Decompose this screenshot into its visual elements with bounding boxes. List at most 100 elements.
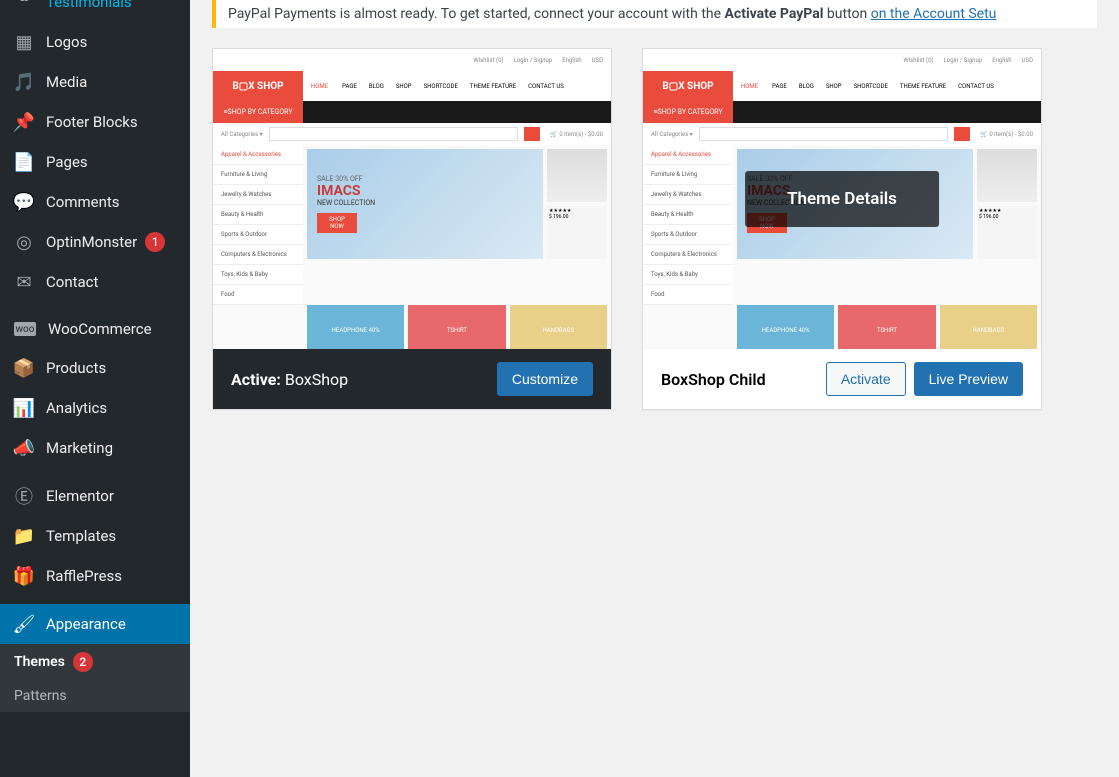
menu-label: Templates — [46, 527, 116, 545]
menu-label: RafflePress — [46, 567, 122, 585]
brush-icon: 🖌 — [14, 614, 34, 634]
shot-right: ★★★★★$ 196.00 — [547, 149, 607, 259]
box-icon: 📦 — [14, 358, 34, 378]
theme-footer: BoxShop Child Activate Live Preview — [643, 349, 1041, 409]
theme-inactive[interactable]: Wishlist (0)Login / SignupEnglishUSD B▢X… — [642, 48, 1042, 410]
menu-rafflepress[interactable]: 🎁 RafflePress — [0, 556, 190, 596]
menu-label: WooCommerce — [48, 320, 152, 338]
shot-side: Apparel & Accessories Furniture & Living… — [643, 145, 733, 305]
menu-pages[interactable]: 📄 Pages — [0, 142, 190, 182]
live-preview-button[interactable]: Live Preview — [914, 362, 1023, 396]
menu-media[interactable]: 🎵 Media — [0, 62, 190, 102]
menu-label: Comments — [46, 193, 120, 211]
theme-active[interactable]: Wishlist (0)Login / SignupEnglishUSD B▢X… — [212, 48, 612, 410]
woo-icon: woo — [14, 322, 36, 336]
menu-label: Pages — [46, 153, 88, 171]
shot-banners: HEADPHONE 40% TSHIRT HANDBAGS — [213, 305, 611, 349]
activate-button[interactable]: Activate — [826, 362, 906, 396]
menu-label: Media — [46, 73, 87, 91]
chart-icon: 📊 — [14, 398, 34, 418]
notice-text: button — [823, 6, 870, 22]
shot-search: All Categories ▾🛒 0 item(s) - $0.00 — [213, 123, 611, 145]
pin-icon: 📌 — [14, 112, 34, 132]
active-name: BoxShop — [285, 370, 348, 389]
menu-label: Elementor — [46, 487, 114, 505]
shot-cat: ≡ SHOP BY CATEGORY — [643, 101, 1041, 123]
elementor-icon: Ⓔ — [14, 486, 34, 506]
mail-icon: ✉ — [14, 272, 34, 292]
shot-cat: ≡ SHOP BY CATEGORY — [213, 101, 611, 123]
submenu-label: Patterns — [14, 688, 67, 704]
shot-hero: SALE 30% OFF IMACS NEW COLLECTION SHOP N… — [307, 149, 543, 259]
menu-label: Testimonials — [46, 0, 132, 11]
shot-header: Wishlist (0)Login / SignupEnglishUSD — [213, 49, 611, 71]
menu-label: Footer Blocks — [46, 113, 138, 131]
menu-label: OptinMonster — [46, 233, 137, 251]
menu-optinmonster[interactable]: ◎ OptinMonster 1 — [0, 222, 190, 262]
menu-woocommerce[interactable]: woo WooCommerce — [0, 310, 190, 348]
active-prefix: Active: — [231, 370, 281, 389]
appearance-submenu: Themes 2 Patterns — [0, 644, 190, 712]
menu-templates[interactable]: 📁 Templates — [0, 516, 190, 556]
menu-testimonials[interactable]: ❝ Testimonials — [0, 0, 190, 22]
paypal-notice: PayPal Payments is almost ready. To get … — [212, 0, 1097, 28]
separator — [0, 596, 190, 604]
shot-header: Wishlist (0)Login / SignupEnglishUSD — [643, 49, 1041, 71]
media-icon: 🎵 — [14, 72, 34, 92]
shot-main: SALE 30% OFF IMACS NEW COLLECTION SHOP N… — [303, 145, 611, 263]
notice-text: PayPal Payments is almost ready. To get … — [228, 6, 725, 22]
theme-screenshot: Wishlist (0)Login / SignupEnglishUSD B▢X… — [213, 49, 611, 349]
menu-marketing[interactable]: 📣 Marketing — [0, 428, 190, 468]
customize-button[interactable]: Customize — [497, 362, 593, 396]
menu-elementor[interactable]: Ⓔ Elementor — [0, 476, 190, 516]
menu-label: Logos — [46, 33, 87, 51]
menu-label: Marketing — [46, 439, 113, 457]
menu-label: Appearance — [46, 615, 126, 633]
shot-search: All Categories ▾🛒 0 item(s) - $0.00 — [643, 123, 1041, 145]
menu-comments[interactable]: 💬 Comments — [0, 182, 190, 222]
theme-name: BoxShop Child — [661, 370, 766, 389]
theme-screenshot: Wishlist (0)Login / SignupEnglishUSD B▢X… — [643, 49, 1041, 349]
shot-body: Apparel & Accessories Furniture & Living… — [213, 145, 611, 305]
shot-logo: B▢X SHOP — [213, 71, 303, 101]
optin-icon: ◎ — [14, 232, 34, 252]
submenu-themes[interactable]: Themes 2 — [0, 644, 190, 680]
shot-nav: B▢X SHOPHOMEPAGEBLOGSHOPSHORTCODETHEME F… — [643, 71, 1041, 101]
themes-container: Wishlist (0)Login / SignupEnglishUSD B▢X… — [212, 48, 1097, 410]
shot-side: Apparel & Accessories Furniture & Living… — [213, 145, 303, 305]
menu-analytics[interactable]: 📊 Analytics — [0, 388, 190, 428]
submenu-patterns[interactable]: Patterns — [0, 680, 190, 712]
megaphone-icon: 📣 — [14, 438, 34, 458]
menu-products[interactable]: 📦 Products — [0, 348, 190, 388]
notice-link[interactable]: on the Account Setu — [871, 6, 997, 22]
quote-icon: ❝ — [14, 0, 34, 12]
menu-label: Analytics — [46, 399, 107, 417]
separator — [0, 302, 190, 310]
comment-icon: 💬 — [14, 192, 34, 212]
shot-right: ★★★★★$ 196.00 — [977, 149, 1037, 259]
raffle-icon: 🎁 — [14, 566, 34, 586]
grid-icon: ▦ — [14, 32, 34, 52]
menu-logos[interactable]: ▦ Logos — [0, 22, 190, 62]
theme-details-overlay[interactable]: Theme Details — [745, 171, 939, 227]
main-content: PayPal Payments is almost ready. To get … — [190, 0, 1119, 432]
theme-name: Active: BoxShop — [231, 370, 348, 389]
menu-footer-blocks[interactable]: 📌 Footer Blocks — [0, 102, 190, 142]
admin-sidebar: ❝ Testimonials ▦ Logos 🎵 Media 📌 Footer … — [0, 0, 190, 777]
menu-label: Contact — [46, 273, 98, 291]
folder-icon: 📁 — [14, 526, 34, 546]
shot-logo: B▢X SHOP — [643, 71, 733, 101]
pages-icon: 📄 — [14, 152, 34, 172]
theme-actions: Activate Live Preview — [826, 362, 1023, 396]
menu-label: Products — [46, 359, 106, 377]
badge-count: 1 — [145, 232, 165, 252]
badge-count: 2 — [73, 652, 93, 672]
menu-appearance[interactable]: 🖌 Appearance — [0, 604, 190, 644]
shot-banners: HEADPHONE 40% TSHIRT HANDBAGS — [643, 305, 1041, 349]
shot-nav: B▢X SHOPHOMEPAGEBLOGSHOPSHORTCODETHEME F… — [213, 71, 611, 101]
notice-strong: Activate PayPal — [725, 6, 824, 22]
theme-footer: Active: BoxShop Customize — [213, 349, 611, 409]
separator — [0, 468, 190, 476]
menu-contact[interactable]: ✉ Contact — [0, 262, 190, 302]
submenu-label: Themes — [14, 654, 65, 670]
